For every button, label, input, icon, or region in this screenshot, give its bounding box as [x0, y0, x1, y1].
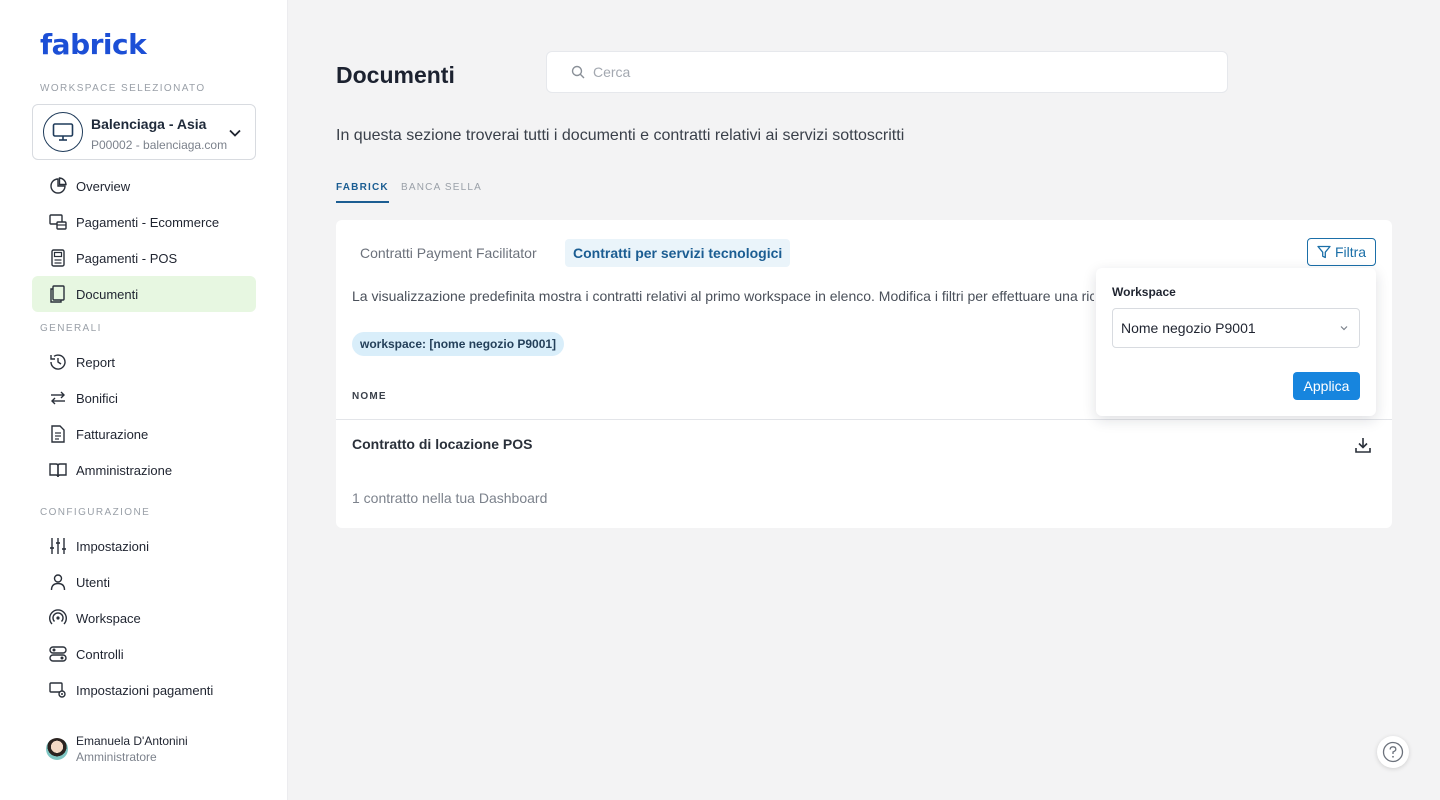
sliders-icon [48, 536, 68, 556]
sidebar: fabrick WORKSPACE SELEZIONATO Balenciaga… [0, 0, 288, 800]
user-name: Emanuela D'Antonini [76, 734, 188, 748]
info-text: La visualizzazione predefinita mostra i … [352, 288, 1094, 304]
filter-chip[interactable]: workspace: [nome negozio P9001] [352, 332, 565, 356]
popover-workspace-label: Workspace [1112, 285, 1176, 299]
search-bar[interactable] [546, 51, 1228, 93]
sidebar-item-label: Report [76, 354, 116, 370]
report-icon [48, 352, 68, 372]
tab-fabrick[interactable]: FABRICK [336, 182, 389, 203]
filter-popover: Workspace Nome negozio P9001 Applica [1096, 268, 1376, 416]
sidebar-item-label: Overview [76, 178, 131, 194]
sidebar-item-label: Pagamenti - Ecommerce [76, 214, 220, 230]
sidebar-item-workspace[interactable]: Workspace [32, 600, 256, 636]
workspace-select-value: Nome negozio P9001 [1121, 320, 1256, 336]
intro-text: In questa sezione troverai tutti i docum… [336, 127, 905, 144]
ecommerce-icon [48, 212, 68, 232]
configurazione-section-label: CONFIGURAZIONE [40, 507, 151, 518]
user-profile[interactable]: Emanuela D'Antonini Amministratore [46, 734, 266, 768]
user-icon [48, 572, 68, 592]
avatar [46, 738, 68, 760]
tab-banca-sella[interactable]: BANCA SELLA [401, 182, 482, 201]
broadcast-icon [48, 608, 68, 628]
sidebar-item-controlli[interactable]: Controlli [32, 636, 256, 672]
sidebar-item-report[interactable]: Report [32, 344, 256, 380]
generali-section-label: GENERALI [40, 323, 102, 334]
sidebar-item-amministrazione[interactable]: Amministrazione [32, 452, 256, 488]
filter-button[interactable]: Filtra [1307, 238, 1376, 266]
sidebar-item-impostazioni[interactable]: Impostazioni [32, 528, 256, 564]
sidebar-item-label: Amministrazione [76, 462, 173, 478]
sidebar-item-pagamenti-ecommerce[interactable]: Pagamenti - Ecommerce [32, 204, 256, 240]
sidebar-item-label: Impostazioni [76, 538, 149, 554]
subtab-contratti-servizi-tecnologici[interactable]: Contratti per servizi tecnologici [565, 239, 791, 267]
sidebar-item-pagamenti-pos[interactable]: Pagamenti - POS [32, 240, 256, 276]
document-icon [48, 284, 68, 304]
sidebar-item-label: Bonifici [76, 390, 118, 406]
sidebar-item-label: Fatturazione [76, 426, 149, 442]
workspace-selector[interactable]: Balenciaga - Asia P00002 - balenciaga.co… [32, 104, 256, 160]
workspace-select[interactable]: Nome negozio P9001 [1112, 308, 1360, 348]
sidebar-item-label: Controlli [76, 646, 124, 662]
sidebar-item-label: Pagamenti - POS [76, 250, 178, 266]
filter-icon [1317, 245, 1331, 259]
column-header-nome: NOME [352, 391, 387, 402]
page-title: Documenti [336, 62, 455, 88]
sidebar-item-fatturazione[interactable]: Fatturazione [32, 416, 256, 452]
workspace-subtitle: P00002 - balenciaga.com [91, 138, 228, 152]
sidebar-item-label: Utenti [76, 574, 110, 590]
apply-button[interactable]: Applica [1293, 372, 1360, 400]
fabrick-logo[interactable]: fabrick [40, 28, 147, 61]
contract-count: 1 contratto nella tua Dashboard [352, 490, 548, 506]
book-icon [48, 460, 68, 480]
chevron-down-icon [229, 129, 241, 137]
document-row-name: Contratto di locazione POS [352, 436, 533, 452]
sidebar-item-label: Workspace [76, 610, 141, 626]
sidebar-item-label: Impostazioni pagamenti [76, 682, 214, 698]
chevron-down-icon [1340, 326, 1348, 331]
subtab-contratti-payment-facilitator[interactable]: Contratti Payment Facilitator [352, 239, 545, 267]
sidebar-item-label: Documenti [76, 286, 139, 302]
transfer-icon [48, 388, 68, 408]
search-input[interactable] [593, 64, 1193, 80]
question-icon [1382, 741, 1404, 763]
help-button[interactable] [1377, 736, 1409, 768]
divider [336, 419, 1392, 420]
payment-settings-icon [48, 680, 68, 700]
pie-chart-icon [48, 176, 68, 196]
monitor-icon [43, 112, 83, 152]
controls-icon [48, 644, 68, 664]
invoice-icon [48, 424, 68, 444]
download-icon[interactable] [1354, 436, 1372, 454]
pos-icon [48, 248, 68, 268]
sidebar-item-impostazioni-pagamenti[interactable]: Impostazioni pagamenti [32, 672, 256, 708]
sidebar-item-overview[interactable]: Overview [32, 168, 256, 204]
workspace-name: Balenciaga - Asia [91, 116, 207, 132]
user-role: Amministratore [76, 750, 157, 764]
filter-button-label: Filtra [1334, 244, 1367, 260]
sidebar-item-documenti[interactable]: Documenti [32, 276, 256, 312]
sidebar-item-utenti[interactable]: Utenti [32, 564, 256, 600]
workspace-section-label: WORKSPACE SELEZIONATO [40, 83, 206, 94]
search-icon [571, 65, 585, 79]
sidebar-item-bonifici[interactable]: Bonifici [32, 380, 256, 416]
